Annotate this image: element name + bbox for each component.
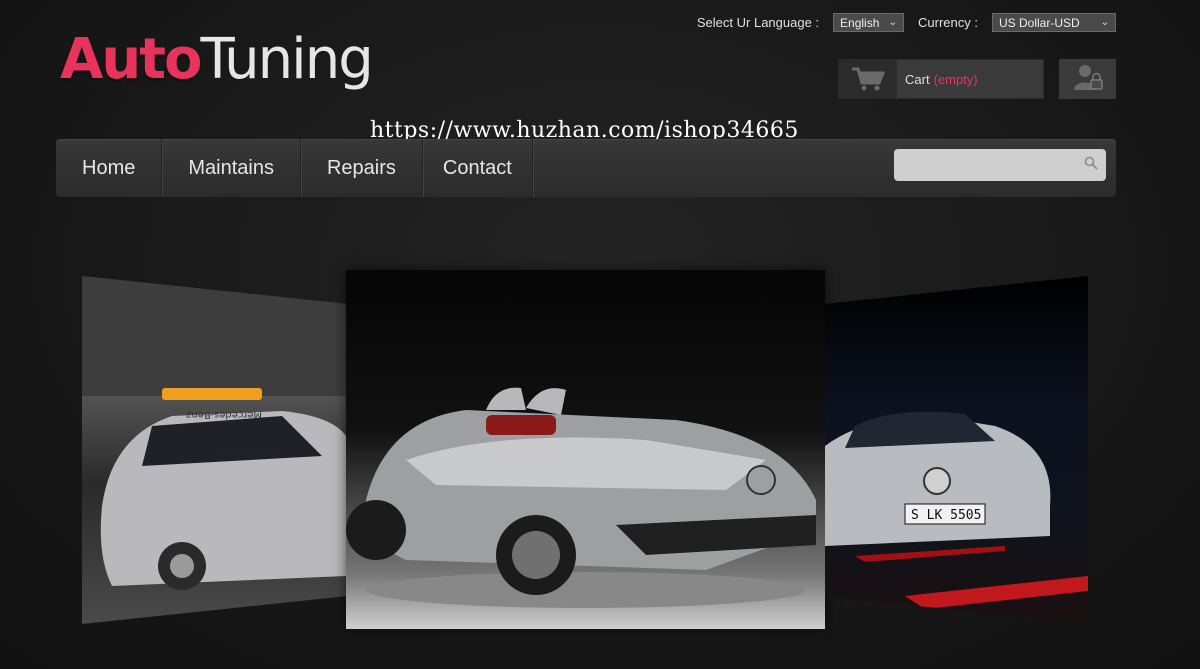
language-label: Select Ur Language : xyxy=(696,15,820,30)
chevron-down-icon: ⌄ xyxy=(888,17,898,28)
cart-label: Cart xyxy=(905,71,930,87)
user-lock-icon xyxy=(1071,62,1105,97)
license-plate: S LK 5505 xyxy=(911,508,981,523)
nav-home[interactable]: Home xyxy=(56,139,163,197)
cart-button[interactable]: Cart (empty) xyxy=(838,59,1044,99)
nav-repairs[interactable]: Repairs xyxy=(301,139,423,197)
chevron-down-icon: ⌄ xyxy=(1100,17,1109,28)
cart-status: (empty) xyxy=(933,71,978,87)
login-button[interactable] xyxy=(1059,59,1116,99)
nav-contact[interactable]: Contact xyxy=(423,139,533,197)
site-logo[interactable]: AutoTuning xyxy=(60,27,374,92)
slide-center-roadster[interactable] xyxy=(346,270,825,629)
nav-maintains[interactable]: Maintains xyxy=(162,139,301,197)
cart-icon xyxy=(839,60,897,98)
currency-value: US Dollar-USD xyxy=(999,15,1080,30)
slide-left-safety-car[interactable]: Mercedes-Benz SAFETY CAR xyxy=(82,276,346,624)
search-icon[interactable] xyxy=(1084,156,1098,175)
main-nav: Home Maintains Repairs Contact xyxy=(56,139,1116,197)
language-value: English xyxy=(840,15,880,30)
logo-tuning: Tuning xyxy=(200,27,373,92)
currency-label: Currency : xyxy=(918,15,978,30)
currency-select[interactable]: US Dollar-USD ⌄ xyxy=(992,13,1116,32)
search-input[interactable] xyxy=(894,149,1106,181)
slide-right-coupe[interactable]: S LK 5505 xyxy=(825,276,1088,624)
slide-left-label: SAFETY CAR xyxy=(214,445,282,458)
top-bar: Select Ur Language : English ⌄ Currency … xyxy=(697,13,1116,32)
slide-left-text: Mercedes-Benz xyxy=(186,409,262,420)
cart-text: Cart (empty) xyxy=(897,72,978,87)
logo-auto: Auto xyxy=(60,27,202,92)
language-select[interactable]: English ⌄ xyxy=(833,13,905,32)
